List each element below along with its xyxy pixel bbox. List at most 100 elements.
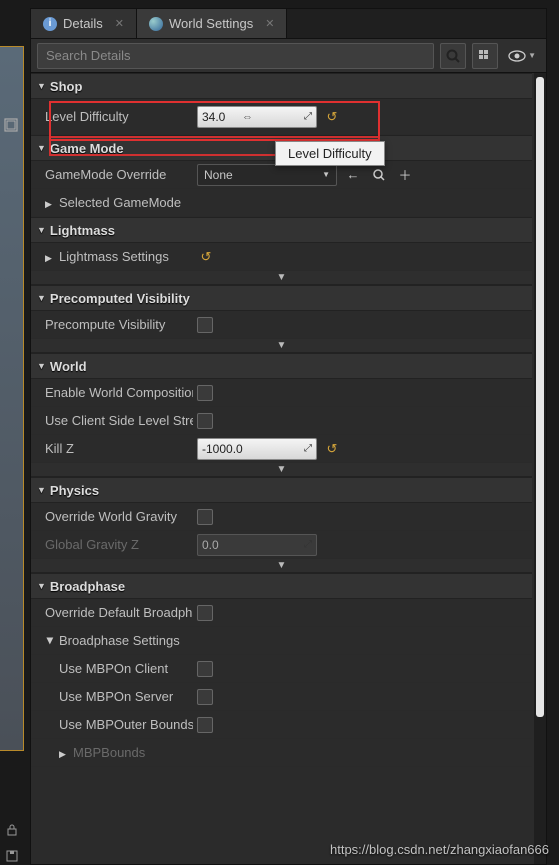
row-global-gravity-z: Global Gravity Z 0.0 ⤢ <box>31 531 532 559</box>
world-settings-panel: i Details ✕ World Settings ✕ ▼ ▼ Sho <box>30 8 547 865</box>
kill-z-input[interactable]: -1000.0 ⤢ <box>197 438 317 460</box>
row-client-side-streaming: Use Client Side Level Streaming <box>31 407 532 435</box>
row-enable-world-composition: Enable World Composition <box>31 379 532 407</box>
disclosure-icon: ▼ <box>37 485 46 495</box>
save-icon[interactable] <box>2 849 22 863</box>
dock-icon[interactable] <box>2 116 20 134</box>
use-selected-button[interactable]: ← <box>343 165 363 185</box>
close-icon[interactable]: ✕ <box>265 17 274 30</box>
disclosure-right-icon: ▶ <box>45 253 55 264</box>
new-button[interactable]: ＋ <box>395 165 415 185</box>
properties-body: ▼ Shop Level Difficulty 34.0 ⇔ ⤢ ↺ ▼ Gam… <box>31 73 546 864</box>
info-icon: i <box>43 17 57 31</box>
section-shop[interactable]: ▼ Shop <box>31 73 532 99</box>
vertical-scrollbar[interactable] <box>534 73 546 864</box>
row-level-difficulty: Level Difficulty 34.0 ⇔ ⤢ ↺ <box>31 99 532 135</box>
override-world-gravity-checkbox[interactable] <box>197 509 213 525</box>
precompute-visibility-label: Precompute Visibility <box>31 317 193 332</box>
global-gravity-z-value: 0.0 <box>202 538 304 552</box>
disclosure-right-icon: ▶ <box>59 749 69 760</box>
show-advanced-world[interactable]: ▼ <box>31 463 532 477</box>
row-override-default-broadphase: Override Default Broadphase <box>31 599 532 627</box>
search-button[interactable] <box>440 43 466 69</box>
world-icon <box>149 17 163 31</box>
level-difficulty-value: 34.0 <box>202 110 304 124</box>
property-matrix-button[interactable] <box>472 43 498 69</box>
lock-icon[interactable] <box>2 823 22 837</box>
enable-world-composition-label: Enable World Composition <box>31 385 193 400</box>
disclosure-right-icon: ▶ <box>45 199 55 210</box>
gamemode-override-combo[interactable]: None ▼ <box>197 164 337 186</box>
disclosure-icon: ▼ <box>37 361 46 371</box>
show-advanced-physics[interactable]: ▼ <box>31 559 532 573</box>
tab-details[interactable]: i Details ✕ <box>31 9 137 38</box>
tab-world-label: World Settings <box>169 16 253 31</box>
section-physics-title: Physics <box>50 483 99 498</box>
override-default-broadphase-checkbox[interactable] <box>197 605 213 621</box>
reset-to-default-button[interactable]: ↺ <box>197 248 215 266</box>
disclosure-icon: ▼ <box>37 81 46 91</box>
row-override-world-gravity: Override World Gravity <box>31 503 532 531</box>
scrollbar-thumb[interactable] <box>536 77 544 717</box>
tab-world-settings[interactable]: World Settings ✕ <box>137 9 288 38</box>
reset-to-default-button[interactable]: ↺ <box>323 108 341 126</box>
gamemode-override-label: GameMode Override <box>31 167 193 182</box>
expand-icon[interactable]: ⤢ <box>304 443 312 454</box>
level-difficulty-input[interactable]: 34.0 ⇔ ⤢ <box>197 106 317 128</box>
section-lightmass[interactable]: ▼ Lightmass <box>31 217 532 243</box>
mbp-client-checkbox[interactable] <box>197 661 213 677</box>
viewport-sliver <box>0 46 24 751</box>
chevron-down-icon: ▼ <box>528 51 536 60</box>
expand-icon: ⤢ <box>304 539 312 550</box>
reset-to-default-button[interactable]: ↺ <box>323 440 341 458</box>
disclosure-down-icon: ▶ <box>45 638 56 648</box>
override-default-broadphase-label: Override Default Broadphase <box>31 605 193 620</box>
show-advanced-lightmass[interactable]: ▼ <box>31 271 532 285</box>
kill-z-value: -1000.0 <box>202 442 304 456</box>
close-icon[interactable]: ✕ <box>115 17 124 30</box>
client-side-streaming-label: Use Client Side Level Streaming <box>31 413 193 428</box>
section-broadphase-title: Broadphase <box>50 579 125 594</box>
mbp-outer-checkbox[interactable] <box>197 717 213 733</box>
chevron-down-icon: ▼ <box>322 170 330 179</box>
section-shop-title: Shop <box>50 79 83 94</box>
disclosure-icon: ▼ <box>37 143 46 153</box>
mbp-server-checkbox[interactable] <box>197 689 213 705</box>
section-precomputed-visibility[interactable]: ▼ Precomputed Visibility <box>31 285 532 311</box>
watermark: https://blog.csdn.net/zhangxiaofan666 <box>330 842 549 857</box>
enable-world-composition-checkbox[interactable] <box>197 385 213 401</box>
browse-button[interactable] <box>369 165 389 185</box>
row-lightmass-settings[interactable]: ▶Lightmass Settings ↺ <box>31 243 532 271</box>
global-gravity-z-input: 0.0 ⤢ <box>197 534 317 556</box>
tooltip-text: Level Difficulty <box>288 146 372 161</box>
tooltip-level-difficulty: Level Difficulty <box>275 141 385 166</box>
search-input[interactable] <box>37 43 434 69</box>
drag-handle-icon: ⇔ <box>242 111 252 123</box>
view-options-button[interactable]: ▼ <box>504 50 540 62</box>
section-world[interactable]: ▼ World <box>31 353 532 379</box>
mbp-client-label: Use MBPOn Client <box>31 661 193 676</box>
bottom-dock-icons <box>2 823 22 863</box>
level-difficulty-label: Level Difficulty <box>31 109 193 124</box>
tab-bar: i Details ✕ World Settings ✕ <box>31 9 546 39</box>
row-kill-z: Kill Z -1000.0 ⤢ ↺ <box>31 435 532 463</box>
disclosure-icon: ▼ <box>37 225 46 235</box>
section-physics[interactable]: ▼ Physics <box>31 477 532 503</box>
broadphase-settings-label: ▶Broadphase Settings <box>31 633 193 648</box>
section-broadphase[interactable]: ▼ Broadphase <box>31 573 532 599</box>
row-mbp-outer: Use MBPOuter Bounds <box>31 711 532 739</box>
row-broadphase-settings[interactable]: ▶Broadphase Settings <box>31 627 532 655</box>
mbp-outer-label: Use MBPOuter Bounds <box>31 717 193 732</box>
expand-icon[interactable]: ⤢ <box>304 111 312 122</box>
global-gravity-z-label: Global Gravity Z <box>31 537 193 552</box>
precompute-visibility-checkbox[interactable] <box>197 317 213 333</box>
mbp-server-label: Use MBPOn Server <box>31 689 193 704</box>
show-advanced-precomp[interactable]: ▼ <box>31 339 532 353</box>
selected-gamemode-label: ▶Selected GameMode <box>31 195 193 210</box>
row-mbp-bounds[interactable]: ▶MBPBounds <box>31 739 532 767</box>
search-bar: ▼ <box>31 39 546 73</box>
client-side-streaming-checkbox[interactable] <box>197 413 213 429</box>
row-selected-gamemode[interactable]: ▶Selected GameMode <box>31 189 532 217</box>
disclosure-icon: ▼ <box>37 293 46 303</box>
kill-z-label: Kill Z <box>31 441 193 456</box>
